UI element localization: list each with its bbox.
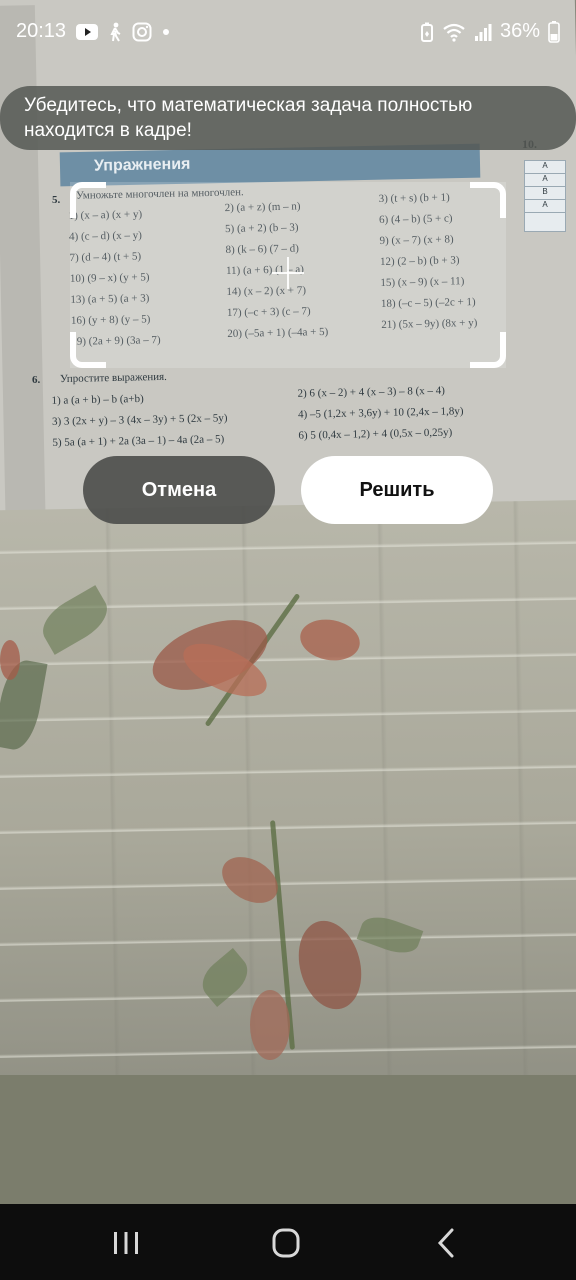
back-icon[interactable] — [428, 1226, 468, 1260]
answer-cell: А — [525, 174, 565, 187]
status-time: 20:13 — [16, 20, 67, 42]
exercise-item: 5) 5a (a + 1) + 2a (3a – 1) – 4a (2a – 5… — [52, 433, 225, 449]
battery-saver-icon — [420, 22, 434, 42]
scan-frame[interactable] — [70, 182, 506, 368]
home-icon[interactable] — [266, 1226, 306, 1260]
exercise-5-number: 5. — [52, 194, 61, 206]
signal-icon — [474, 22, 492, 42]
exercises-banner-text: Упражнения — [93, 155, 191, 175]
frame-corner-bottom-left[interactable] — [70, 332, 106, 368]
camera-preview: Упражнения А А В А 10. 5. Умножьте много… — [0, 0, 576, 1075]
wifi-icon — [442, 22, 466, 42]
solve-button[interactable]: Решить — [301, 456, 493, 524]
cancel-button[interactable]: Отмена — [83, 456, 275, 524]
frame-corner-bottom-right[interactable] — [470, 332, 506, 368]
navigation-bar — [0, 1204, 576, 1280]
instagram-icon — [132, 22, 152, 42]
instruction-text: Убедитесь, что математическая задача пол… — [24, 95, 473, 141]
battery-icon — [548, 20, 560, 43]
walking-icon — [108, 22, 122, 42]
answer-cell: А — [525, 200, 565, 213]
answer-cell: В — [525, 187, 565, 200]
answer-cell: А — [525, 161, 565, 174]
youtube-icon — [76, 23, 99, 40]
exercise-item: 6) 5 (0,4x – 1,2) + 4 (0,5x – 0,25y) — [298, 426, 453, 442]
recent-apps-icon[interactable] — [106, 1226, 146, 1260]
dot-icon — [162, 28, 170, 36]
exercise-6-right-column: 2) 6 (x – 2) + 4 (x – 3) – 8 (x – 4) 4) … — [297, 380, 464, 446]
floral-pattern — [0, 520, 576, 1075]
exercise-6-left-column: 1) a (a + b) – b (a+b) 3) 3 (2x + y) – 3… — [51, 387, 228, 454]
frame-corner-top-left[interactable] — [70, 182, 106, 218]
page-margin — [0, 5, 46, 526]
status-right: 36% — [420, 20, 560, 43]
status-left: 20:13 — [16, 20, 170, 43]
battery-percent: 36% — [499, 20, 540, 42]
frame-corner-top-right[interactable] — [470, 182, 506, 218]
crosshair-icon — [287, 257, 289, 289]
answer-table: А А В А — [524, 160, 566, 232]
status-bar: 20:13 36% — [0, 0, 576, 66]
instruction-toast: Убедитесь, что математическая задача пол… — [0, 86, 576, 150]
exercise-6-title: Упростите выражения. — [59, 370, 167, 386]
exercise-6-number: 6. — [32, 374, 41, 386]
